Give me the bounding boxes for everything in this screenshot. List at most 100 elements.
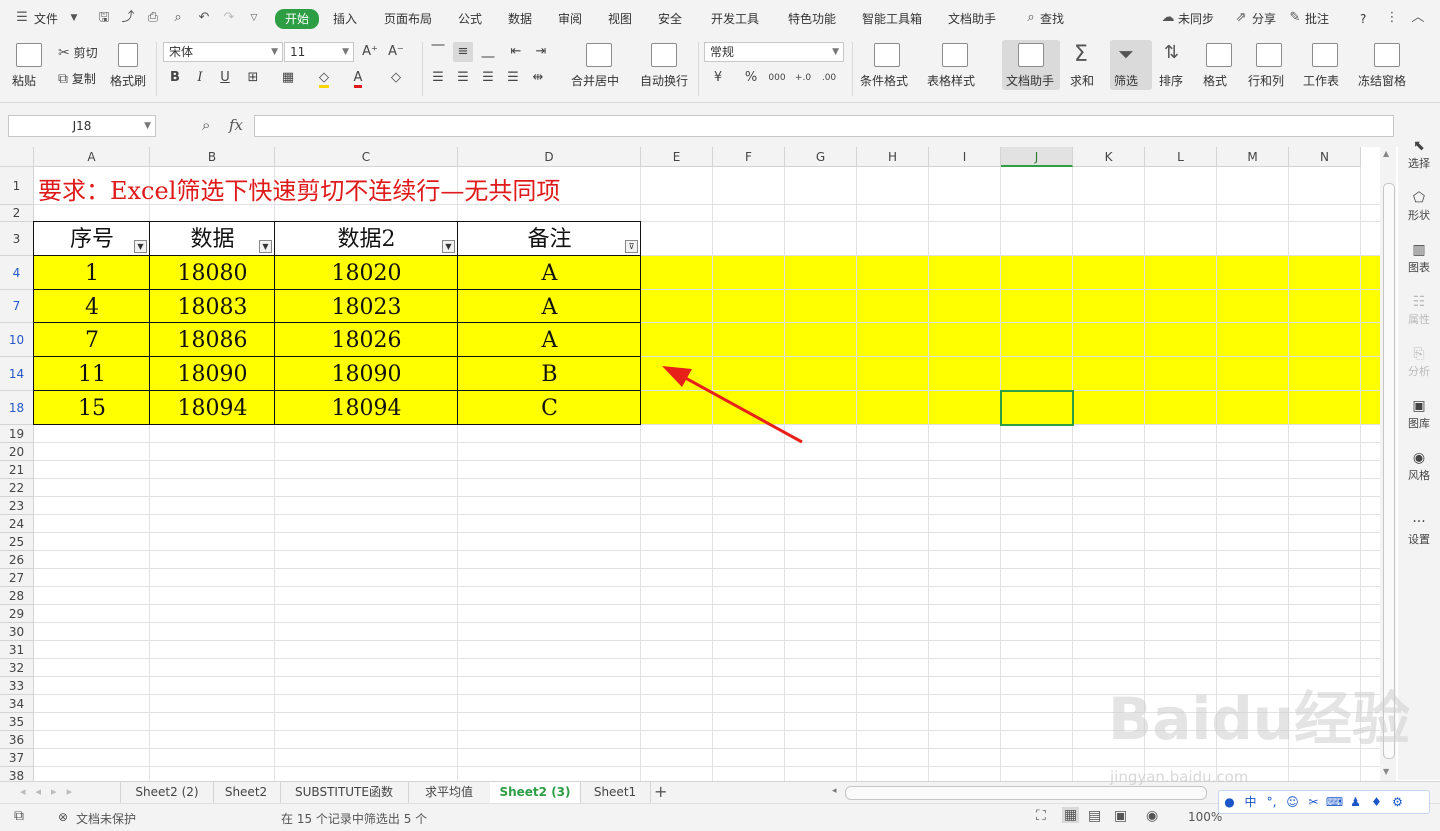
ime-logo-icon[interactable]: ●: [1219, 791, 1240, 813]
align-center-icon[interactable]: ☰: [453, 68, 473, 88]
print-icon[interactable]: ⎙: [145, 10, 161, 26]
format-painter-button[interactable]: 格式刷: [110, 72, 146, 89]
sheet-tab[interactable]: Sheet2 (2): [120, 782, 214, 803]
format-button[interactable]: 格式: [1203, 72, 1227, 89]
filter-dropdown-icon[interactable]: ▼: [259, 240, 272, 253]
worksheet-button[interactable]: 工作表: [1303, 72, 1339, 89]
chevron-down-icon[interactable]: ▼: [66, 10, 82, 26]
decrease-font-icon[interactable]: A⁻: [386, 42, 406, 62]
table-cell[interactable]: 18086: [150, 323, 275, 357]
format-painter-icon[interactable]: [118, 43, 138, 67]
table-header-cell[interactable]: 数据2: [275, 222, 458, 256]
column-header[interactable]: K: [1073, 147, 1145, 167]
doc-helper-icon[interactable]: [1018, 43, 1044, 67]
row-header[interactable]: 24: [0, 515, 34, 533]
row-header[interactable]: 2: [0, 205, 34, 222]
distribute-icon[interactable]: ⇹: [528, 68, 548, 88]
fx-icon[interactable]: fx: [229, 116, 243, 134]
column-header[interactable]: N: [1289, 147, 1361, 167]
merge-icon[interactable]: [586, 43, 612, 67]
table-cell[interactable]: 18094: [150, 391, 275, 425]
table-cell[interactable]: 18083: [150, 290, 275, 323]
sheet-tab[interactable]: Sheet2: [212, 782, 281, 803]
freeze-pane-button[interactable]: 冻结窗格: [1358, 72, 1406, 89]
table-style-button[interactable]: 表格样式: [927, 72, 975, 89]
tab-data[interactable]: 数据: [508, 10, 532, 28]
tab-insert[interactable]: 插入: [333, 10, 357, 28]
row-header[interactable]: 1: [0, 167, 34, 205]
hscroll-left-icon[interactable]: ◂: [832, 786, 837, 796]
menu-icon[interactable]: ☰: [14, 10, 30, 26]
search-button[interactable]: 查找: [1040, 10, 1064, 28]
table-cell[interactable]: C: [458, 391, 641, 425]
thousands-icon[interactable]: 000: [767, 68, 787, 88]
ime-emoji-icon[interactable]: ☺: [1282, 791, 1303, 813]
tab-features[interactable]: 特色功能: [788, 10, 836, 28]
save-cloud-icon[interactable]: ⤴: [120, 10, 136, 26]
sheet-tab[interactable]: SUBSTITUTE函数: [280, 782, 409, 803]
row-header[interactable]: 26: [0, 551, 34, 569]
table-cell[interactable]: 4: [34, 290, 150, 323]
worksheet-icon[interactable]: [1312, 43, 1338, 67]
customize-icon[interactable]: ▽: [246, 10, 262, 26]
row-col-button[interactable]: 行和列: [1248, 72, 1284, 89]
redo-icon[interactable]: ↷: [221, 10, 237, 26]
sync-status[interactable]: 未同步: [1178, 10, 1214, 28]
tab-doc-helper[interactable]: 文档助手: [948, 10, 996, 28]
column-header[interactable]: M: [1217, 147, 1289, 167]
sheet-tab[interactable]: 求平均值: [408, 782, 491, 803]
align-middle-icon[interactable]: ≡: [453, 42, 473, 62]
sidebar-item-chart[interactable]: ▥ 图表: [1398, 242, 1440, 275]
table-header-cell[interactable]: 序号: [34, 222, 150, 256]
column-header[interactable]: E: [641, 147, 713, 167]
italic-button[interactable]: I: [190, 68, 210, 88]
number-format-select[interactable]: 常规 ▼: [704, 42, 844, 62]
row-header[interactable]: 21: [0, 461, 34, 479]
border-icon[interactable]: ⊞: [243, 68, 263, 88]
increase-decimal-icon[interactable]: +.0: [793, 68, 813, 88]
copy-button[interactable]: ⧉ 复制: [58, 70, 96, 87]
table-header-cell[interactable]: 数据: [150, 222, 275, 256]
cut-button[interactable]: ✂ 剪切: [58, 44, 98, 61]
active-cell-selection[interactable]: [1000, 390, 1074, 426]
row-header[interactable]: 14: [0, 357, 34, 391]
row-header[interactable]: 23: [0, 497, 34, 515]
tab-view[interactable]: 视图: [608, 10, 632, 28]
row-header[interactable]: 38: [0, 767, 34, 781]
print-preview-icon[interactable]: ⌕: [170, 10, 186, 26]
row-header[interactable]: 37: [0, 749, 34, 767]
align-right-icon[interactable]: ☰: [478, 68, 498, 88]
row-header[interactable]: 28: [0, 587, 34, 605]
wrap-text-icon[interactable]: [651, 43, 677, 67]
tab-formulas[interactable]: 公式: [458, 10, 482, 28]
row-header[interactable]: 33: [0, 677, 34, 695]
table-cell[interactable]: B: [458, 357, 641, 391]
table-cell[interactable]: 18090: [275, 357, 458, 391]
comment-button[interactable]: 批注: [1305, 10, 1329, 28]
scroll-up-icon[interactable]: ▲: [1383, 149, 1389, 158]
save-icon[interactable]: 🖫: [96, 10, 112, 26]
sheet-tab[interactable]: Sheet1: [580, 782, 651, 803]
eye-icon[interactable]: ◉: [1146, 808, 1158, 824]
ime-punct-icon[interactable]: °,: [1261, 791, 1282, 813]
font-color-icon[interactable]: A: [348, 68, 368, 88]
collapse-ribbon-icon[interactable]: ︿: [1410, 10, 1426, 26]
row-header[interactable]: 10: [0, 323, 34, 357]
column-header[interactable]: B: [150, 147, 275, 167]
merge-center-button[interactable]: 合并居中: [571, 72, 619, 89]
row-header[interactable]: 20: [0, 443, 34, 461]
fullscreen-icon[interactable]: ⛶: [1036, 808, 1046, 824]
table-cell[interactable]: A: [458, 256, 641, 290]
row-header[interactable]: 4: [0, 256, 34, 290]
sum-icon[interactable]: Σ: [1074, 42, 1088, 67]
sidebar-item-properties[interactable]: ☷ 属性: [1398, 294, 1440, 327]
add-sheet-icon[interactable]: +: [654, 782, 667, 801]
table-cell[interactable]: 18094: [275, 391, 458, 425]
sidebar-item-shape[interactable]: ⬠ 形状: [1398, 190, 1440, 223]
normal-view-icon[interactable]: ▦: [1062, 807, 1080, 823]
row-col-icon[interactable]: [1256, 43, 1282, 67]
row-header[interactable]: 34: [0, 695, 34, 713]
column-header[interactable]: H: [857, 147, 929, 167]
row-header[interactable]: 31: [0, 641, 34, 659]
help-button[interactable]: ?: [1360, 10, 1366, 28]
